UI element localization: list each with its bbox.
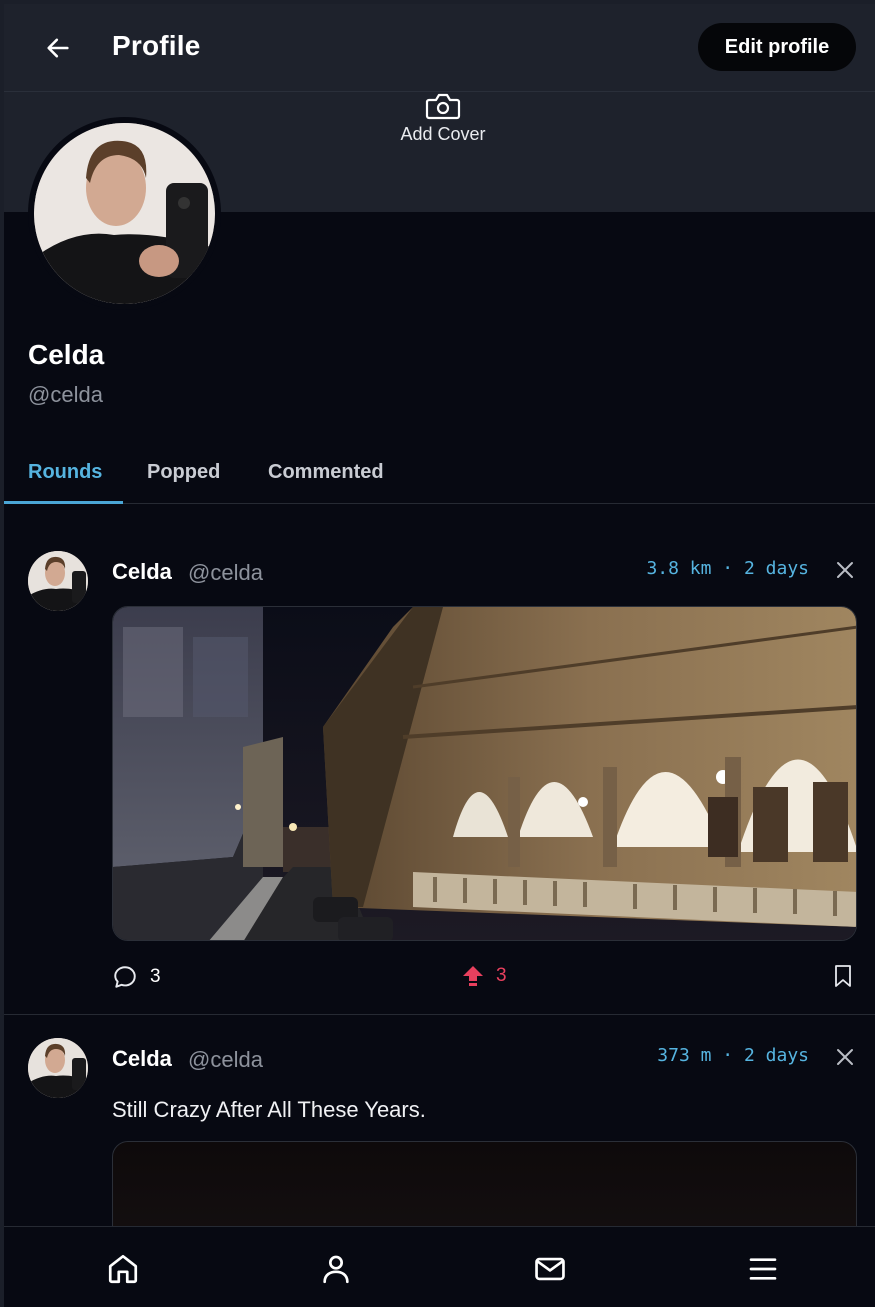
nav-profile[interactable] — [318, 1251, 354, 1287]
edit-profile-button[interactable]: Edit profile — [698, 23, 856, 71]
post-author-name[interactable]: Celda — [112, 1046, 172, 1072]
comment-action[interactable]: 3 — [112, 964, 161, 990]
back-button[interactable] — [38, 28, 78, 68]
post-card[interactable]: Celda @celda 3.8 km · 2 days 3 3 — [4, 504, 875, 1014]
pop-arrow-icon — [463, 966, 483, 986]
nav-messages[interactable] — [532, 1251, 568, 1287]
nav-home[interactable] — [105, 1251, 141, 1287]
user-icon — [323, 1255, 349, 1284]
bottom-navigation — [4, 1226, 875, 1307]
bookmark-icon — [835, 965, 851, 987]
pop-count: 3 — [496, 965, 507, 986]
menu-icon — [749, 1258, 777, 1280]
post-text: Still Crazy After All These Years. — [112, 1097, 426, 1122]
app-window: Profile Edit profile Add Cover Celda @ce… — [4, 4, 875, 1307]
post-card[interactable]: Celda @celda 373 m · 2 days Still Crazy … — [4, 1015, 875, 1261]
profile-handle: @celda — [28, 382, 103, 407]
page-title: Profile — [112, 30, 201, 61]
nav-menu[interactable] — [745, 1251, 781, 1287]
close-icon — [837, 562, 853, 578]
tab-commented[interactable]: Commented — [268, 440, 384, 504]
camera-icon — [425, 93, 461, 120]
post-distance-time: 373 m · 2 days — [657, 1045, 809, 1066]
avatar-photo — [34, 123, 215, 304]
top-bar: Profile Edit profile — [4, 4, 875, 92]
tab-popped[interactable]: Popped — [147, 440, 220, 504]
post-close-button[interactable] — [834, 559, 856, 581]
bookmark-button[interactable] — [832, 964, 854, 988]
post-author-handle: @celda — [188, 1047, 263, 1072]
profile-avatar[interactable] — [28, 117, 221, 310]
post-photo[interactable] — [112, 606, 857, 941]
arrow-left-icon — [47, 38, 69, 58]
pop-action[interactable]: 3 — [462, 964, 507, 988]
comment-bubble-icon — [114, 966, 136, 988]
post-avatar[interactable] — [28, 1038, 88, 1098]
post-avatar[interactable] — [28, 551, 88, 611]
profile-tabs: Rounds Popped Commented — [4, 440, 875, 504]
home-icon — [108, 1254, 138, 1284]
post-distance-time: 3.8 km · 2 days — [646, 558, 809, 579]
tab-rounds[interactable]: Rounds — [28, 440, 102, 504]
add-cover-label: Add Cover — [400, 124, 486, 144]
mail-icon — [535, 1257, 565, 1281]
post-author-name[interactable]: Celda — [112, 559, 172, 585]
add-cover-button[interactable]: Add Cover — [384, 92, 502, 154]
display-name: Celda — [28, 339, 105, 370]
close-icon — [837, 1049, 853, 1065]
post-close-button[interactable] — [834, 1046, 856, 1068]
post-author-handle: @celda — [188, 560, 263, 585]
comment-count: 3 — [150, 966, 161, 987]
